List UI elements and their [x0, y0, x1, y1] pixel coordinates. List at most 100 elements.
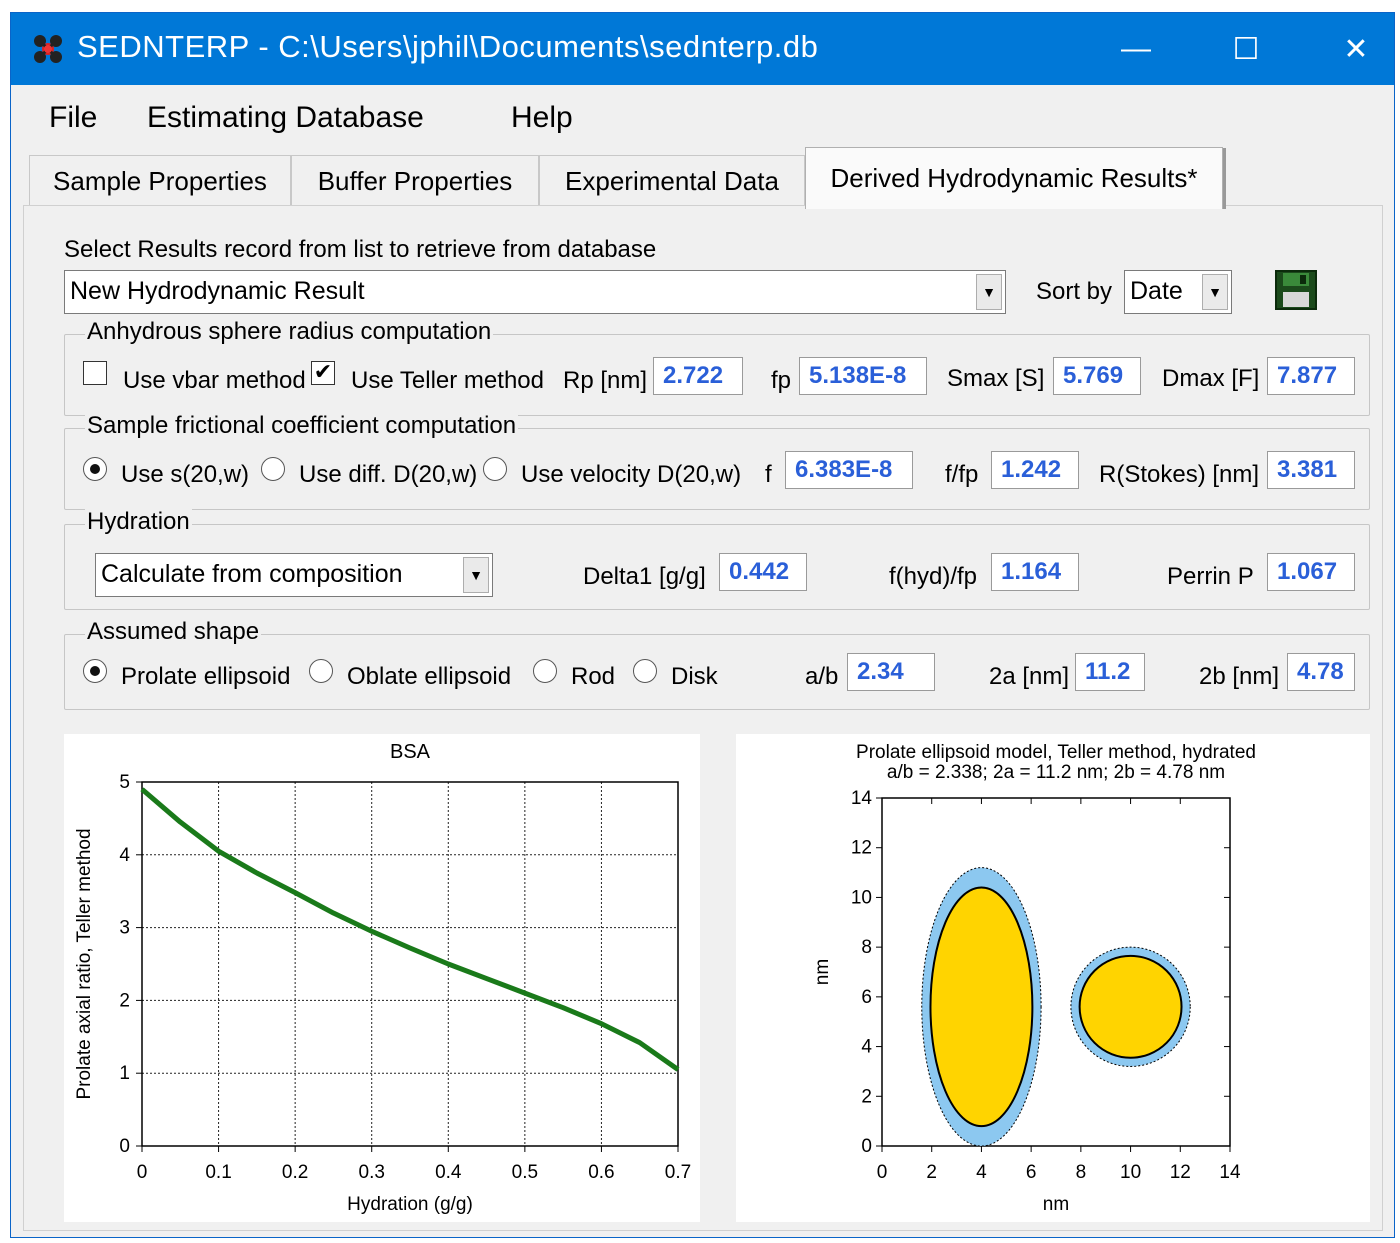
y-tick-label: 8	[861, 937, 872, 958]
y-tick-label: 6	[861, 987, 872, 1008]
rod-radio[interactable]	[533, 659, 557, 683]
results-record-value: New Hydrodynamic Result	[70, 277, 365, 305]
x-tick-label: 8	[1076, 1162, 1087, 1183]
close-button[interactable]: ✕	[1301, 13, 1400, 85]
chevron-down-icon[interactable]: ▼	[1202, 274, 1228, 310]
x-tick-label: 2	[926, 1162, 937, 1183]
ab-label: a/b	[805, 663, 839, 690]
chevron-down-icon[interactable]: ▼	[976, 274, 1002, 310]
x-tick-label: 0.3	[359, 1162, 385, 1183]
chevron-down-icon[interactable]: ▼	[463, 557, 489, 593]
vbar-method-label: Use vbar method	[123, 367, 306, 394]
2a-value: 11.2	[1075, 653, 1145, 691]
x-tick-label: 4	[976, 1162, 987, 1183]
2b-value: 4.78	[1287, 653, 1355, 691]
teller-method-checkbox[interactable]: ✔	[311, 361, 335, 385]
vbar-method-checkbox[interactable]	[83, 361, 107, 385]
tab-buffer-properties[interactable]: Buffer Properties	[291, 155, 539, 207]
y-tick-label: 2	[861, 1086, 872, 1107]
delta-label: Delta1 [g/g]	[583, 563, 706, 590]
menu-estimating-database[interactable]: Estimating Database	[147, 101, 424, 135]
title-bar[interactable]: SEDNTERP - C:\Users\jphil\Documents\sedn…	[11, 13, 1394, 85]
f-label: f	[765, 461, 772, 488]
y-tick-label: 4	[119, 845, 130, 866]
menu-file[interactable]: File	[49, 101, 97, 135]
tab-experimental-data[interactable]: Experimental Data	[539, 155, 805, 207]
use-velocity-d20w-label: Use velocity D(20,w)	[521, 461, 742, 488]
rstokes-value: 3.381	[1267, 451, 1355, 489]
y-tick-label: 4	[861, 1037, 872, 1058]
hydration-method-dropdown[interactable]: Calculate from composition ▼	[95, 553, 493, 597]
results-panel: Select Results record from list to retri…	[23, 205, 1383, 1231]
y-tick-label: 12	[851, 838, 872, 859]
y-axis-label: Prolate axial ratio, Teller method	[74, 828, 95, 1099]
y-tick-label: 10	[851, 887, 872, 908]
x-tick-label: 0.7	[665, 1162, 691, 1183]
maximize-button[interactable]: ☐	[1191, 13, 1301, 85]
f-value: 6.383E-8	[785, 451, 913, 489]
tab-sample-properties[interactable]: Sample Properties	[29, 155, 291, 207]
hydration-group-title: Hydration	[85, 508, 192, 536]
dmax-value: 7.877	[1267, 357, 1355, 395]
axial-ratio-chart-svg: BSA 0 0.1 0.2 0.3 0.4 0.5 0.6 0.7 0 1 2 3 4 5 Hydration…	[74, 741, 691, 1215]
y-tick-label: 0	[119, 1136, 130, 1157]
y-tick-label: 3	[119, 918, 130, 939]
y-tick-label: 2	[119, 990, 130, 1011]
menu-help[interactable]: Help	[511, 101, 573, 135]
chart-title: BSA	[390, 741, 431, 763]
use-s20w-label: Use s(20,w)	[121, 461, 250, 488]
rp-value: 2.722	[653, 357, 743, 395]
use-diff-d20w-radio[interactable]	[261, 457, 285, 481]
y-tick-label: 0	[861, 1136, 872, 1157]
x-tick-label: 0.4	[435, 1162, 462, 1183]
use-s20w-radio[interactable]	[83, 457, 107, 481]
chart-title: Prolate ellipsoid model, Teller method, …	[856, 742, 1256, 763]
app-window: SEDNTERP - C:\Users\jphil\Documents\sedn…	[10, 12, 1395, 1238]
perrin-value: 1.067	[1267, 553, 1355, 591]
y-tick-label: 14	[851, 788, 873, 809]
minimize-button[interactable]: —	[1081, 13, 1191, 85]
ffp-value: 1.242	[991, 451, 1079, 489]
axial-ratio-curve	[140, 787, 680, 1072]
chart-subtitle: a/b = 2.338; 2a = 11.2 nm; 2b = 4.78 nm	[887, 762, 1225, 783]
rstokes-label: R(Stokes) [nm]	[1099, 461, 1260, 488]
app-logo-icon	[34, 35, 62, 63]
x-tick-label: 0	[877, 1162, 888, 1183]
delta-value: 0.442	[719, 553, 807, 591]
shape-model-chart: Prolate ellipsoid model, Teller method, …	[736, 734, 1370, 1222]
side-view-anhydrous-ellipse	[929, 886, 1034, 1128]
smax-label: Smax [S]	[947, 365, 1045, 392]
2b-label: 2b [nm]	[1199, 663, 1280, 690]
x-tick-label: 0.6	[588, 1162, 614, 1183]
fhyd-value: 1.164	[991, 553, 1079, 591]
rod-label: Rod	[571, 663, 616, 690]
x-tick-label: 14	[1219, 1162, 1241, 1183]
end-view-anhydrous-ellipse	[1078, 954, 1183, 1059]
fp-value: 5.138E-8	[799, 357, 927, 395]
prolate-ellipsoid-radio[interactable]	[83, 659, 107, 683]
sort-by-label: Sort by	[1036, 278, 1113, 305]
shape-model-chart-svg: Prolate ellipsoid model, Teller method, …	[812, 742, 1256, 1215]
results-record-dropdown[interactable]: New Hydrodynamic Result ▼	[64, 270, 1006, 314]
window-title: SEDNTERP - C:\Users\jphil\Documents\sedn…	[77, 29, 819, 64]
use-velocity-d20w-radio[interactable]	[483, 457, 507, 481]
x-tick-label: 0.2	[282, 1162, 308, 1183]
hydration-group: Hydration Calculate from composition ▼ D…	[64, 508, 1370, 610]
sort-by-dropdown[interactable]: Date ▼	[1124, 270, 1232, 314]
x-axis-label: Hydration (g/g)	[347, 1194, 473, 1215]
record-prompt-label: Select Results record from list to retri…	[64, 236, 657, 263]
disk-radio[interactable]	[633, 659, 657, 683]
y-tick-label: 1	[119, 1063, 130, 1084]
x-tick-label: 10	[1120, 1162, 1141, 1183]
2a-label: 2a [nm]	[989, 663, 1070, 690]
dmax-label: Dmax [F]	[1162, 365, 1260, 392]
prolate-ellipsoid-label: Prolate ellipsoid	[121, 663, 291, 690]
oblate-ellipsoid-radio[interactable]	[309, 659, 333, 683]
x-tick-label: 0.1	[205, 1162, 231, 1183]
tab-derived-hydrodynamic-results[interactable]: Derived Hydrodynamic Results*	[805, 147, 1226, 209]
floppy-disk-icon[interactable]	[1274, 269, 1318, 311]
shape-group: Assumed shape Prolate ellipsoid Oblate e…	[64, 618, 1370, 710]
fp-label: fp	[771, 367, 792, 394]
frictional-group: Sample frictional coefficient computatio…	[64, 412, 1370, 510]
x-tick-label: 0	[137, 1162, 148, 1183]
